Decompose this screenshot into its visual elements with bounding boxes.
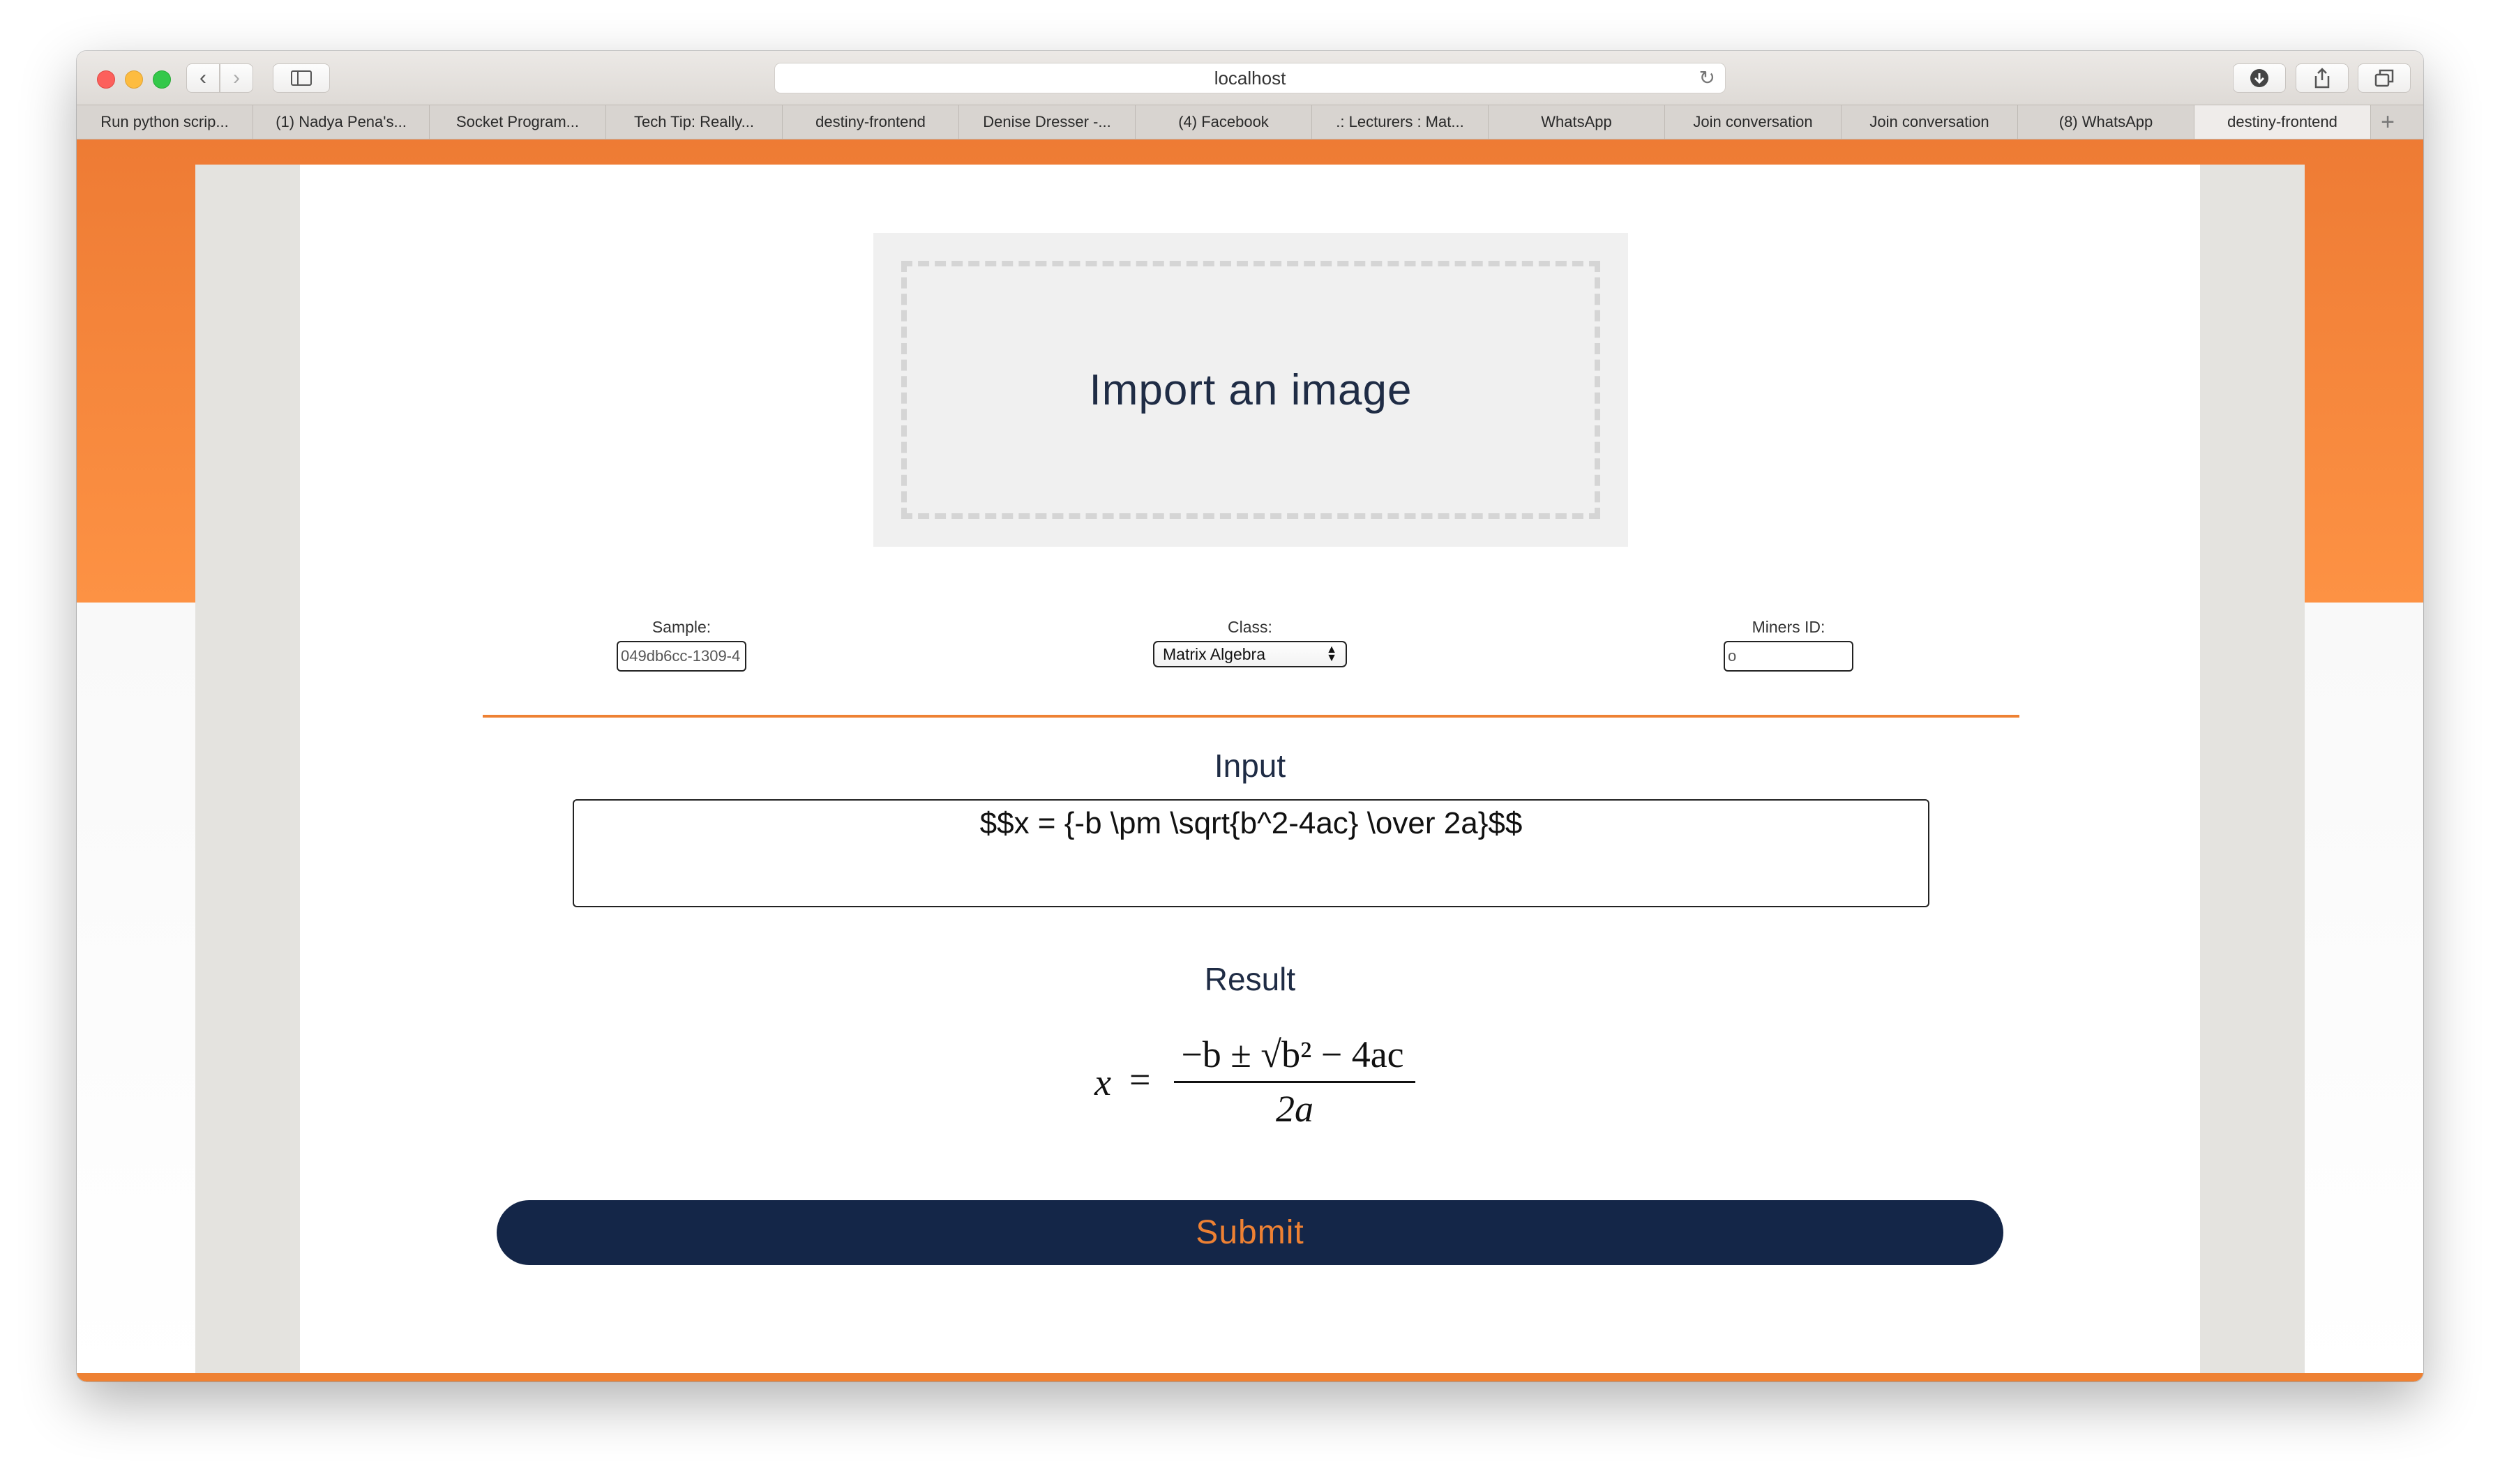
submit-button[interactable]: Submit <box>497 1200 2003 1265</box>
download-icon <box>2250 69 2268 87</box>
formula-denominator: 2a <box>1276 1088 1313 1130</box>
select-arrows-icon: ▲ ▼ <box>1326 644 1337 664</box>
browser-tab-active[interactable]: destiny-frontend <box>2194 105 2371 139</box>
footer-line <box>77 1373 2423 1381</box>
sample-label: Sample: <box>652 618 711 636</box>
class-field: Class: Matrix Algebra ▲ ▼ <box>1152 618 1348 667</box>
browser-tab[interactable]: destiny-frontend <box>783 105 959 139</box>
title-bar: ‹ › localhost ↻ <box>77 51 2423 105</box>
browser-window: ‹ › localhost ↻ Run python scrip... (1) … <box>77 51 2423 1381</box>
browser-tab[interactable]: .: Lecturers : Mat... <box>1312 105 1489 139</box>
result-title: Result <box>1204 961 1296 997</box>
tab-bar: Run python scrip... (1) Nadya Pena's... … <box>77 105 2423 139</box>
close-window-button[interactable] <box>97 70 115 89</box>
download-button[interactable] <box>2233 63 2286 93</box>
latex-input[interactable]: $$x = {-b \pm \sqrt{b^2-4ac} \over 2a}$$ <box>573 799 1929 907</box>
browser-tab[interactable]: Join conversation <box>1665 105 1842 139</box>
browser-tab[interactable]: Socket Program... <box>430 105 606 139</box>
class-select[interactable]: Matrix Algebra ▲ ▼ <box>1153 641 1347 667</box>
section-divider <box>483 715 2019 718</box>
sample-field: Sample: 049db6cc-1309-4 <box>615 618 748 672</box>
tab-overview-button[interactable] <box>2358 63 2411 93</box>
forward-button[interactable]: › <box>220 63 253 93</box>
address-bar[interactable]: localhost ↻ <box>774 63 1726 93</box>
fraction-bar <box>1174 1081 1415 1083</box>
sidebar-toggle-button[interactable] <box>273 63 330 93</box>
plus-icon: + <box>2381 108 2395 135</box>
new-tab-button[interactable]: + <box>2371 105 2404 139</box>
browser-tab[interactable]: Tech Tip: Really... <box>606 105 783 139</box>
reload-icon[interactable]: ↻ <box>1699 66 1715 89</box>
card-content: Import an image Sample: 049db6cc-1309-4 … <box>300 165 2200 1373</box>
input-title: Input <box>1214 748 1286 784</box>
share-button[interactable] <box>2296 63 2349 93</box>
chevron-right-icon: › <box>233 66 240 89</box>
browser-tab[interactable]: Denise Dresser -... <box>959 105 1136 139</box>
image-dropzone[interactable]: Import an image <box>873 233 1628 547</box>
browser-tab[interactable]: Join conversation <box>1842 105 2018 139</box>
miners-id-label: Miners ID: <box>1752 618 1825 636</box>
browser-tab[interactable]: (4) Facebook <box>1136 105 1312 139</box>
miners-id-input[interactable]: o <box>1724 641 1853 672</box>
url-text: localhost <box>1214 67 1286 89</box>
chevron-left-icon: ‹ <box>199 66 206 89</box>
browser-tab[interactable]: (1) Nadya Pena's... <box>253 105 430 139</box>
formula-equals: = <box>1129 1059 1151 1100</box>
class-label: Class: <box>1228 618 1272 636</box>
browser-tab[interactable]: (8) WhatsApp <box>2018 105 2194 139</box>
share-icon <box>2314 68 2330 89</box>
browser-tab[interactable]: Run python scrip... <box>77 105 253 139</box>
rendered-formula: x = −b ± √b² − 4ac 2a <box>1087 1033 1422 1130</box>
dropzone-label: Import an image <box>1089 365 1413 414</box>
sidebar-icon <box>291 70 312 86</box>
back-button[interactable]: ‹ <box>186 63 220 93</box>
formula-numerator: −b ± √b² − 4ac <box>1181 1034 1404 1075</box>
formula-lhs: x <box>1094 1061 1111 1103</box>
browser-tab[interactable]: WhatsApp <box>1489 105 1665 139</box>
class-select-value: Matrix Algebra <box>1163 644 1266 663</box>
tabs-overview-icon <box>2374 69 2394 87</box>
minimize-window-button[interactable] <box>125 70 143 89</box>
maximize-window-button[interactable] <box>153 70 171 89</box>
page-content: Import an image Sample: 049db6cc-1309-4 … <box>77 139 2423 1381</box>
dropzone-border: Import an image <box>901 261 1600 519</box>
miners-id-field: Miners ID: o <box>1722 618 1855 672</box>
sample-input[interactable]: 049db6cc-1309-4 <box>617 641 746 672</box>
main-card: Import an image Sample: 049db6cc-1309-4 … <box>195 165 2305 1373</box>
